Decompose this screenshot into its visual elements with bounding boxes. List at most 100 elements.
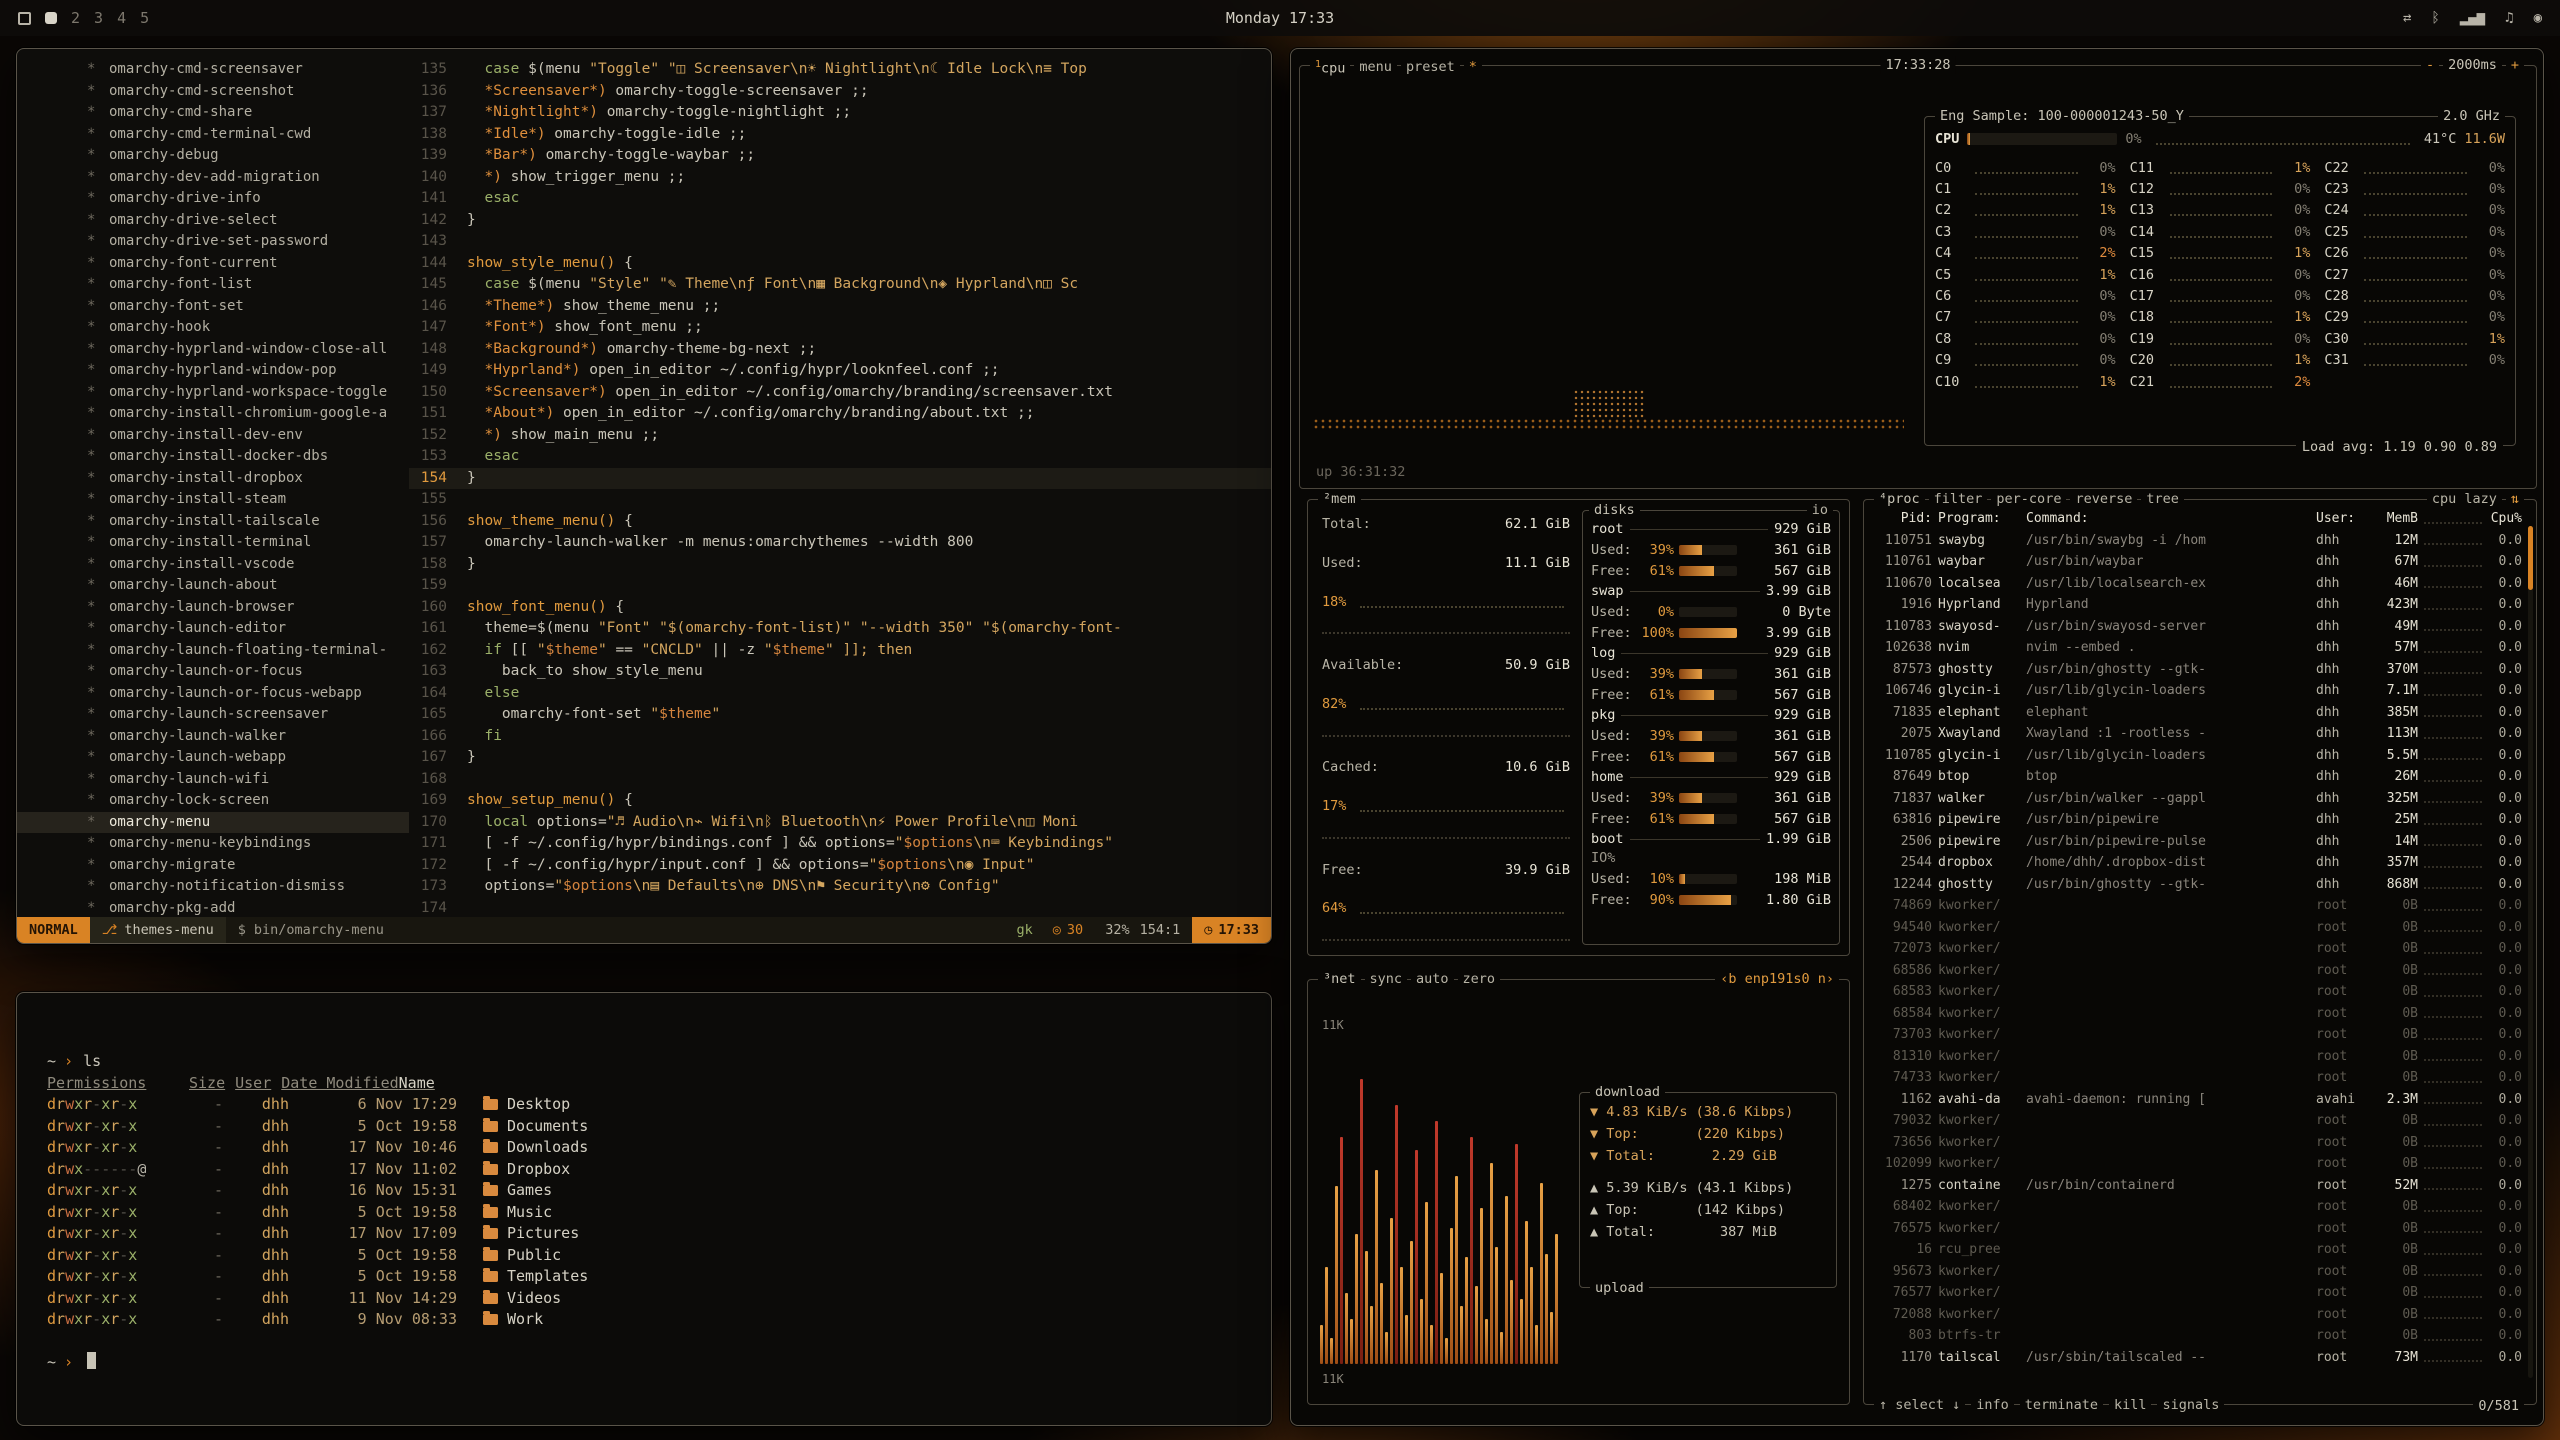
header-cpu[interactable]: Cpu%	[2488, 511, 2522, 526]
file-item[interactable]: *omarchy-install-tailscale	[17, 511, 409, 533]
terminate-button[interactable]: terminate	[2020, 1396, 2103, 1414]
code-buffer[interactable]: 135 case $(menu "Toggle" "◫ Screensaver\…	[409, 49, 1271, 917]
process-row[interactable]: 71837walker/usr/bin/walker --gappldhh325…	[1864, 788, 2536, 810]
process-row[interactable]: 68583kworker/root0B0.0	[1864, 981, 2536, 1003]
file-item[interactable]: *omarchy-install-dev-env	[17, 425, 409, 447]
kill-button[interactable]: kill	[2109, 1396, 2152, 1414]
process-row[interactable]: 72088kworker/root0B0.0	[1864, 1304, 2536, 1326]
file-item[interactable]: *omarchy-launch-wifi	[17, 769, 409, 791]
process-row[interactable]: 803btrfs-trroot0B0.0	[1864, 1325, 2536, 1347]
file-item[interactable]: *omarchy-launch-walker	[17, 726, 409, 748]
process-row[interactable]: 2506pipewire/usr/bin/pipewire-pulsedhh14…	[1864, 831, 2536, 853]
file-item[interactable]: *omarchy-launch-floating-terminal-	[17, 640, 409, 662]
process-row[interactable]: 76575kworker/root0B0.0	[1864, 1218, 2536, 1240]
file-item[interactable]: *omarchy-migrate	[17, 855, 409, 877]
workspace-active-indicator[interactable]	[45, 12, 57, 24]
process-row[interactable]: 110761waybar/usr/bin/waybardhh67M0.0	[1864, 551, 2536, 573]
reverse-button[interactable]: reverse	[2070, 490, 2137, 508]
file-item[interactable]: *omarchy-launch-webapp	[17, 747, 409, 769]
file-item[interactable]: *omarchy-pkg-add	[17, 898, 409, 918]
net-zero-button[interactable]: zero	[1458, 970, 1501, 988]
process-row[interactable]: 110751swaybg/usr/bin/swaybg -i /homdhh12…	[1864, 530, 2536, 552]
process-row[interactable]: 1170tailscal/usr/sbin/tailscaled --root7…	[1864, 1347, 2536, 1369]
process-row[interactable]: 79032kworker/root0B0.0	[1864, 1110, 2536, 1132]
header-user[interactable]: User:	[2316, 511, 2366, 526]
preset-button[interactable]: preset	[1401, 58, 1460, 76]
file-item[interactable]: *omarchy-menu	[17, 812, 409, 834]
workspace-3[interactable]: 3	[94, 9, 103, 27]
bluetooth-icon[interactable]: ᛒ	[2431, 10, 2439, 26]
per-core-button[interactable]: per-core	[1991, 490, 2066, 508]
file-item[interactable]: *omarchy-debug	[17, 145, 409, 167]
process-row[interactable]: 16rcu_preeroot0B0.0	[1864, 1239, 2536, 1261]
file-item[interactable]: *omarchy-cmd-screensaver	[17, 59, 409, 81]
interval-decrease-button[interactable]: -	[2421, 56, 2439, 74]
process-row[interactable]: 68402kworker/root0B0.0	[1864, 1196, 2536, 1218]
terminal-cursor[interactable]	[87, 1352, 96, 1369]
net-auto-button[interactable]: auto	[1411, 970, 1454, 988]
stats-icon[interactable]: ▂▄▆	[2460, 10, 2485, 26]
file-item[interactable]: *omarchy-drive-info	[17, 188, 409, 210]
process-row[interactable]: 12244ghostty/usr/bin/ghostty --gtk-dhh86…	[1864, 874, 2536, 896]
workspace-4[interactable]: 4	[117, 9, 126, 27]
menu-button[interactable]: menu	[1354, 58, 1397, 76]
process-row[interactable]: 71835elephantelephantdhh385M0.0	[1864, 702, 2536, 724]
process-row[interactable]: 73703kworker/root0B0.0	[1864, 1024, 2536, 1046]
process-row[interactable]: 110785glycin-i/usr/lib/glycin-loadersdhh…	[1864, 745, 2536, 767]
process-row[interactable]: 68584kworker/root0B0.0	[1864, 1003, 2536, 1025]
process-row[interactable]: 102638nvimnvim --embed .dhh57M0.0	[1864, 637, 2536, 659]
process-row[interactable]: 110670localsea/usr/lib/localsearch-exdhh…	[1864, 573, 2536, 595]
process-row[interactable]: 94540kworker/root0B0.0	[1864, 917, 2536, 939]
header-command[interactable]: Command:	[2026, 511, 2310, 526]
sort-icon[interactable]: ⇅	[2506, 490, 2524, 508]
process-row[interactable]: 1916HyprlandHyprlanddhh423M0.0	[1864, 594, 2536, 616]
net-sync-button[interactable]: sync	[1365, 970, 1408, 988]
file-item[interactable]: *omarchy-lock-screen	[17, 790, 409, 812]
file-item[interactable]: *omarchy-font-current	[17, 253, 409, 275]
header-memb[interactable]: MemB	[2372, 511, 2418, 526]
file-item[interactable]: *omarchy-launch-editor	[17, 618, 409, 640]
file-item[interactable]: *omarchy-cmd-share	[17, 102, 409, 124]
info-button[interactable]: info	[1971, 1396, 2014, 1414]
process-row[interactable]: 74733kworker/root0B0.0	[1864, 1067, 2536, 1089]
process-row[interactable]: 95673kworker/root0B0.0	[1864, 1261, 2536, 1283]
file-item[interactable]: *omarchy-install-docker-dbs	[17, 446, 409, 468]
file-item[interactable]: *omarchy-hook	[17, 317, 409, 339]
process-row[interactable]: 68586kworker/root0B0.0	[1864, 960, 2536, 982]
process-row[interactable]: 74869kworker/root0B0.0	[1864, 895, 2536, 917]
process-row[interactable]: 63816pipewire/usr/bin/pipewiredhh25M0.0	[1864, 809, 2536, 831]
header-pid[interactable]: Pid:	[1874, 511, 1932, 526]
header-program[interactable]: Program:	[1938, 511, 2020, 526]
process-row[interactable]: 87573ghostty/usr/bin/ghostty --gtk-dhh37…	[1864, 659, 2536, 681]
process-row[interactable]: 106746glycin-i/usr/lib/glycin-loadersdhh…	[1864, 680, 2536, 702]
file-item[interactable]: *omarchy-font-list	[17, 274, 409, 296]
process-scrollbar[interactable]	[2528, 526, 2533, 1378]
io-toggle-button[interactable]: io	[1807, 501, 1833, 519]
process-row[interactable]: 2544dropbox/home/dhh/.dropbox-distdhh357…	[1864, 852, 2536, 874]
signals-button[interactable]: signals	[2157, 1396, 2224, 1414]
net-interface-selector[interactable]: ‹b enp191s0 n›	[1715, 970, 1839, 988]
omarchy-logo-icon[interactable]	[18, 12, 31, 25]
file-item[interactable]: *omarchy-cmd-terminal-cwd	[17, 124, 409, 146]
file-item[interactable]: *omarchy-launch-about	[17, 575, 409, 597]
file-item[interactable]: *omarchy-hyprland-window-pop	[17, 360, 409, 382]
file-item[interactable]: *omarchy-install-chromium-google-a	[17, 403, 409, 425]
tree-button[interactable]: tree	[2141, 490, 2184, 508]
file-item[interactable]: *omarchy-cmd-screenshot	[17, 81, 409, 103]
screenshare-icon[interactable]: ⇄	[2403, 10, 2411, 26]
interval-increase-button[interactable]: +	[2506, 56, 2524, 74]
filter-button[interactable]: filter	[1929, 490, 1988, 508]
file-item[interactable]: *omarchy-install-dropbox	[17, 468, 409, 490]
power-icon[interactable]: ◉	[2534, 10, 2542, 26]
sort-mode-button[interactable]: cpu lazy	[2427, 490, 2502, 508]
file-item[interactable]: *omarchy-launch-screensaver	[17, 704, 409, 726]
file-item[interactable]: *omarchy-menu-keybindings	[17, 833, 409, 855]
process-row[interactable]: 72073kworker/root0B0.0	[1864, 938, 2536, 960]
file-item[interactable]: *omarchy-dev-add-migration	[17, 167, 409, 189]
process-row[interactable]: 1162avahi-daavahi-daemon: running [avahi…	[1864, 1089, 2536, 1111]
select-keys-button[interactable]: ↑ select ↓	[1874, 1396, 1965, 1414]
file-item[interactable]: *omarchy-launch-or-focus	[17, 661, 409, 683]
process-row[interactable]: 81310kworker/root0B0.0	[1864, 1046, 2536, 1068]
process-row[interactable]: 2075XwaylandXwayland :1 -rootless -dhh11…	[1864, 723, 2536, 745]
file-item[interactable]: *omarchy-hyprland-workspace-toggle	[17, 382, 409, 404]
